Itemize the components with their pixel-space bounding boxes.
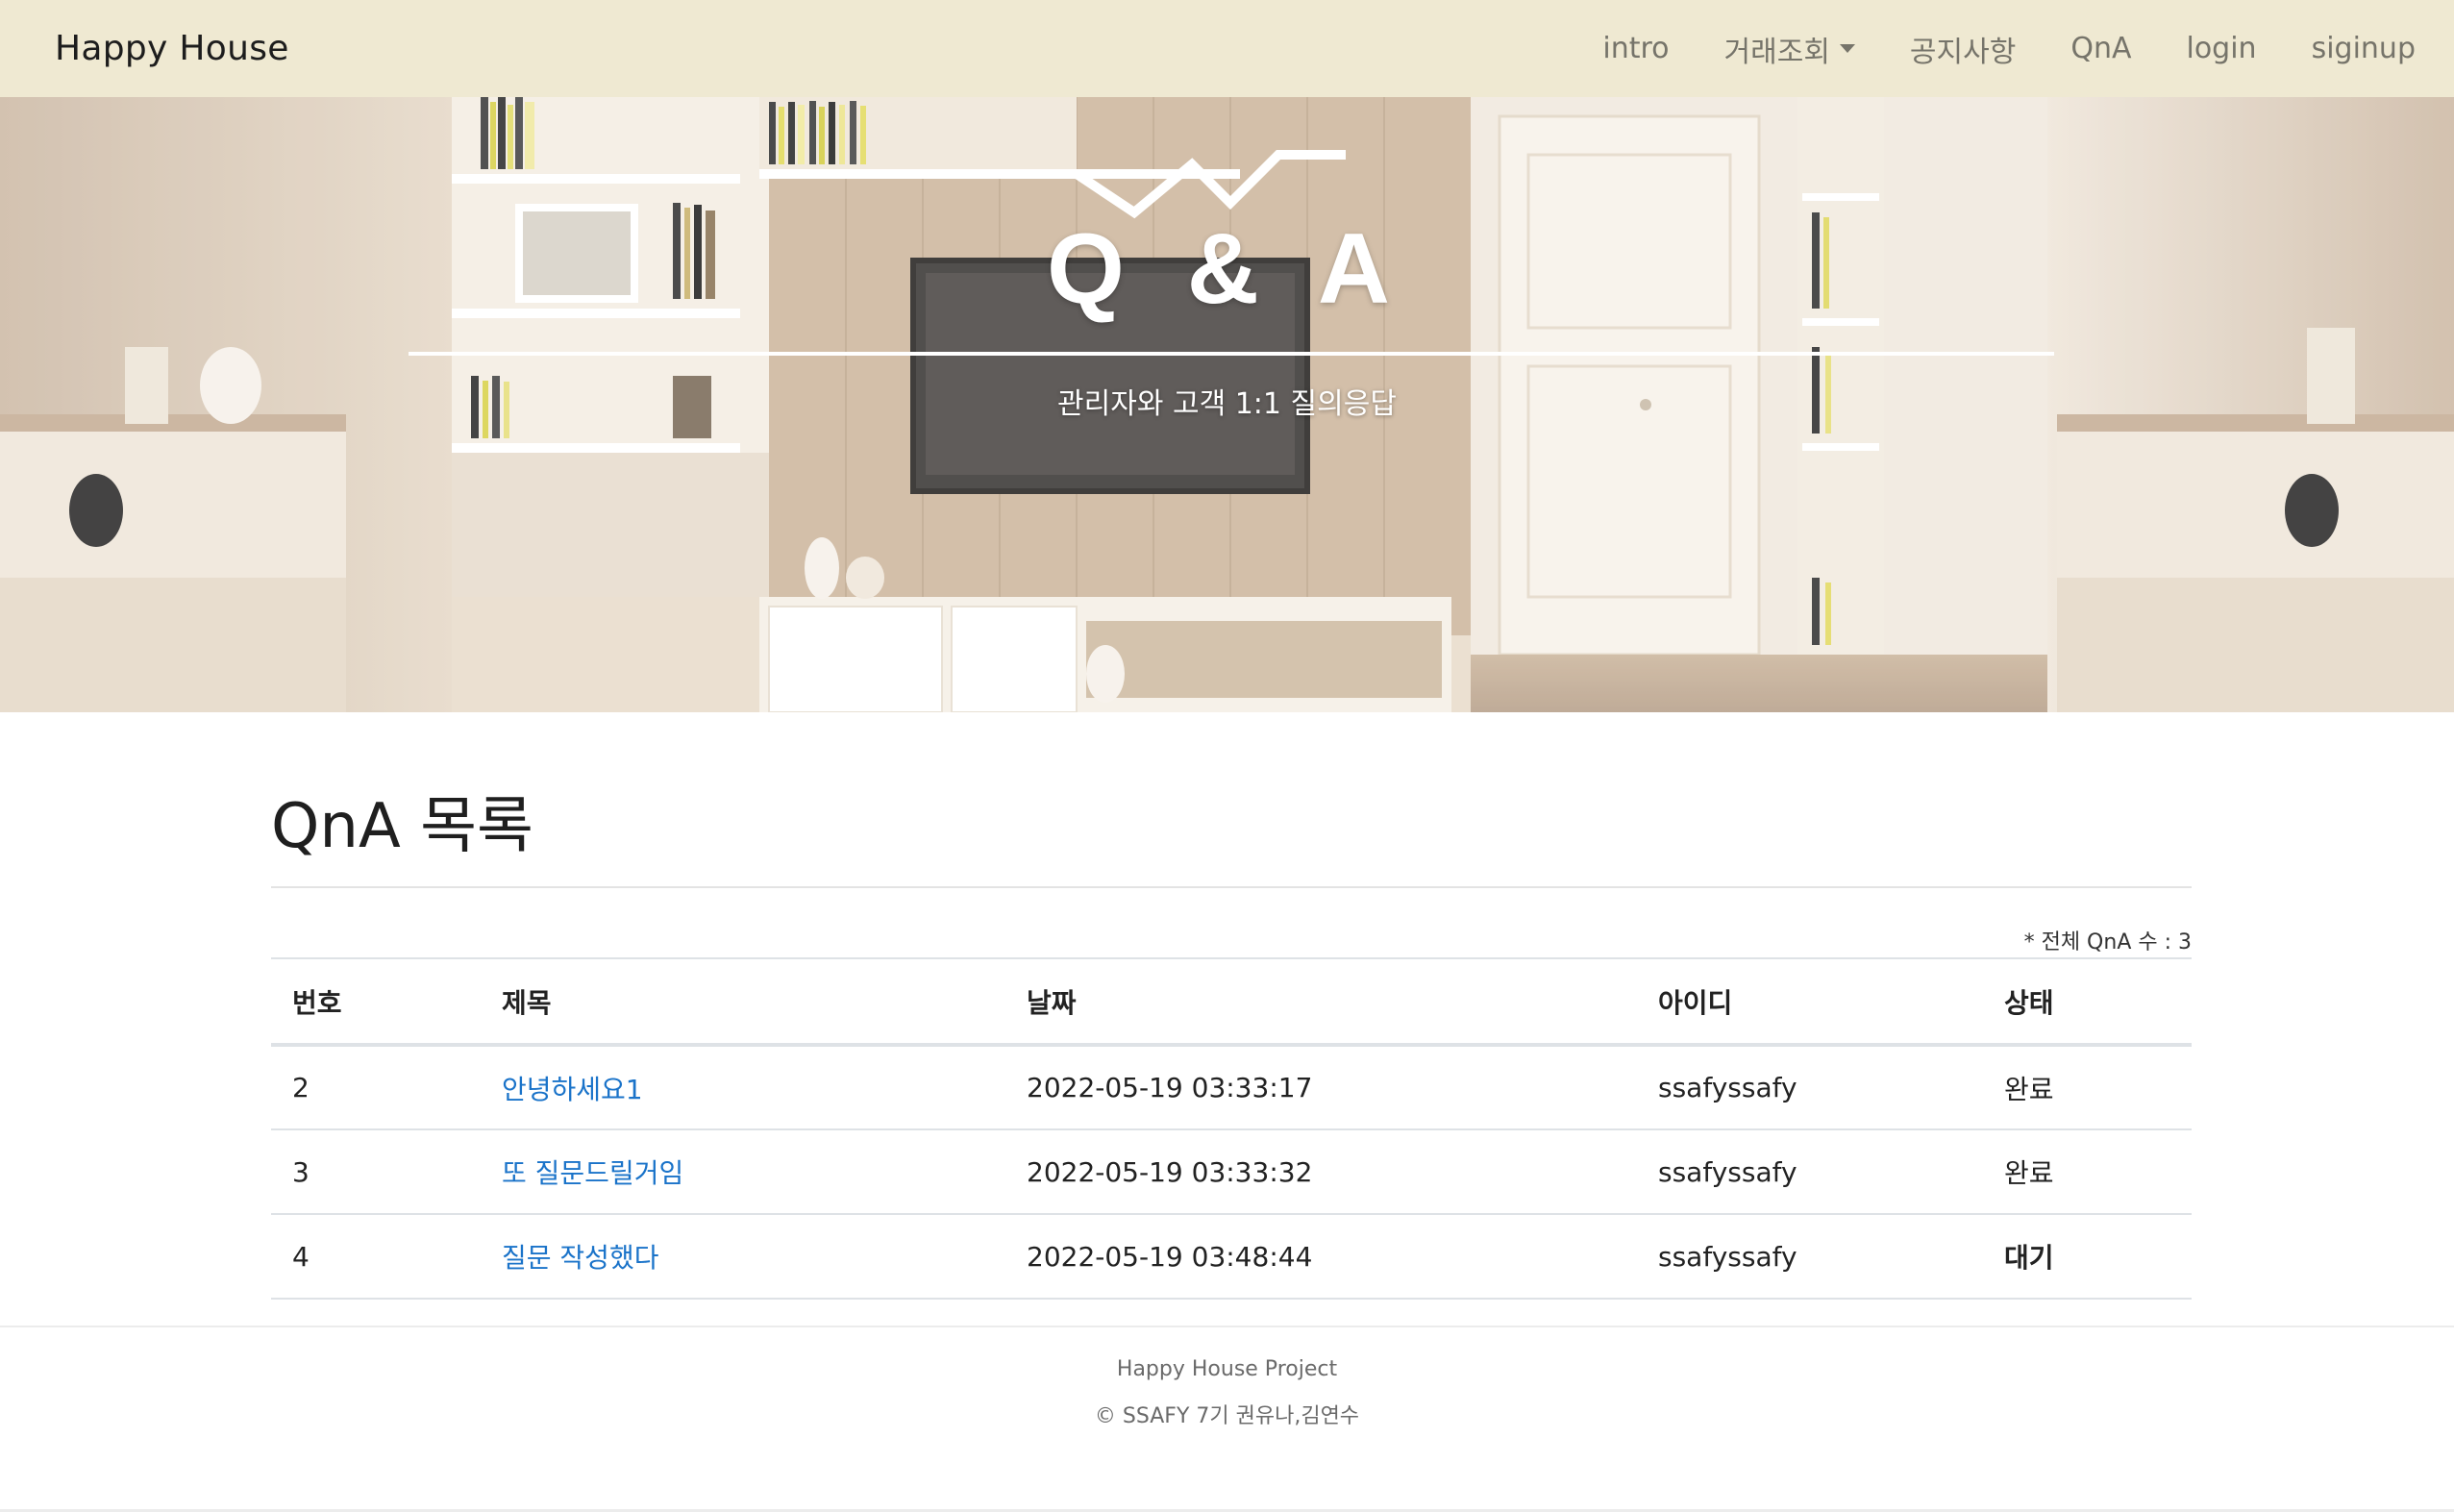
nav-item-qna[interactable]: QnA: [2070, 32, 2131, 65]
nav-item-notice[interactable]: 공지사항: [1910, 28, 2016, 70]
row-number: 3: [292, 1155, 310, 1188]
row-title-cell: 질문 작성했다: [481, 1214, 1005, 1299]
row-number: 4: [292, 1240, 310, 1273]
hero-banner: Q & A 관리자와 고객 1:1 질의응답: [0, 97, 2454, 712]
row-user-id: ssafyssafy: [1658, 1240, 1797, 1273]
row-status: 완료: [2004, 1073, 2054, 1105]
question-title-link[interactable]: 질문 작성했다: [502, 1242, 658, 1274]
nav-item-intro[interactable]: intro: [1602, 32, 1669, 65]
row-number: 2: [292, 1072, 310, 1103]
footer: Happy House Project © SSAFY 7기 권유나,김연수: [0, 1357, 2454, 1429]
footer-divider: [0, 1326, 2454, 1327]
table-header: 번호 제목 날짜 아이디 상태: [271, 958, 2192, 1045]
nav-item-trade-search-label: 거래조회: [1723, 35, 1830, 69]
column-header-number: 번호: [292, 986, 342, 1019]
table-row: 2 안녕하세요1 2022-05-19 03:33:17 ssafyssafy …: [271, 1045, 2192, 1129]
row-user-id: ssafyssafy: [1658, 1155, 1797, 1188]
row-date: 2022-05-19 03:33:17: [1027, 1072, 1313, 1103]
column-header-id: 아이디: [1658, 986, 1733, 1019]
column-header-date: 날짜: [1027, 986, 1077, 1019]
row-status: 완료: [2004, 1157, 2054, 1189]
total-count: * 전체 QnA 수 : 3: [2023, 930, 2192, 954]
brand-link[interactable]: Happy House: [55, 29, 289, 68]
nav-item-trade-search[interactable]: 거래조회: [1724, 28, 1855, 70]
hero-divider: [409, 352, 2054, 356]
row-date: 2022-05-19 03:33:32: [1027, 1155, 1313, 1188]
nav-item-login[interactable]: login: [2186, 32, 2256, 65]
table-body: 2 안녕하세요1 2022-05-19 03:33:17 ssafyssafy …: [271, 1045, 2192, 1299]
question-title-link[interactable]: 안녕하세요1: [502, 1074, 643, 1105]
row-title-cell: 또 질문드릴거임: [481, 1129, 1005, 1214]
table-row: 4 질문 작성했다 2022-05-19 03:48:44 ssafyssafy…: [271, 1214, 2192, 1299]
row-date: 2022-05-19 03:48:44: [1027, 1240, 1313, 1273]
page-title: QnA 목록: [271, 791, 533, 862]
question-title-link[interactable]: 또 질문드릴거임: [502, 1157, 683, 1189]
nav-item-signup[interactable]: siginup: [2312, 32, 2416, 65]
hero-title: Q & A: [1046, 213, 1408, 325]
title-divider: [271, 886, 2192, 888]
nav-menu: intro 거래조회 공지사항 QnA login siginup: [1548, 28, 2416, 70]
footer-copyright: © SSAFY 7기 권유나,김연수: [1094, 1404, 1360, 1428]
caret-down-icon: [1839, 44, 1855, 53]
row-title-cell: 안녕하세요1: [481, 1045, 1005, 1129]
row-status: 대기: [2004, 1242, 2054, 1274]
table-row: 3 또 질문드릴거임 2022-05-19 03:33:32 ssafyssaf…: [271, 1129, 2192, 1214]
column-header-title: 제목: [502, 986, 552, 1019]
navbar: Happy House intro 거래조회 공지사항 QnA login si…: [0, 0, 2454, 97]
row-user-id: ssafyssafy: [1658, 1072, 1797, 1103]
qna-table: 번호 제목 날짜 아이디 상태 2 안녕하세요1 2022-05-19 03:3…: [271, 957, 2192, 1300]
footer-project-name: Happy House Project: [1116, 1357, 1338, 1381]
column-header-status: 상태: [2004, 986, 2054, 1019]
hero-subtitle: 관리자와 고객 1:1 질의응답: [1057, 387, 1397, 421]
table-header-row: 번호 제목 날짜 아이디 상태: [271, 958, 2192, 1045]
